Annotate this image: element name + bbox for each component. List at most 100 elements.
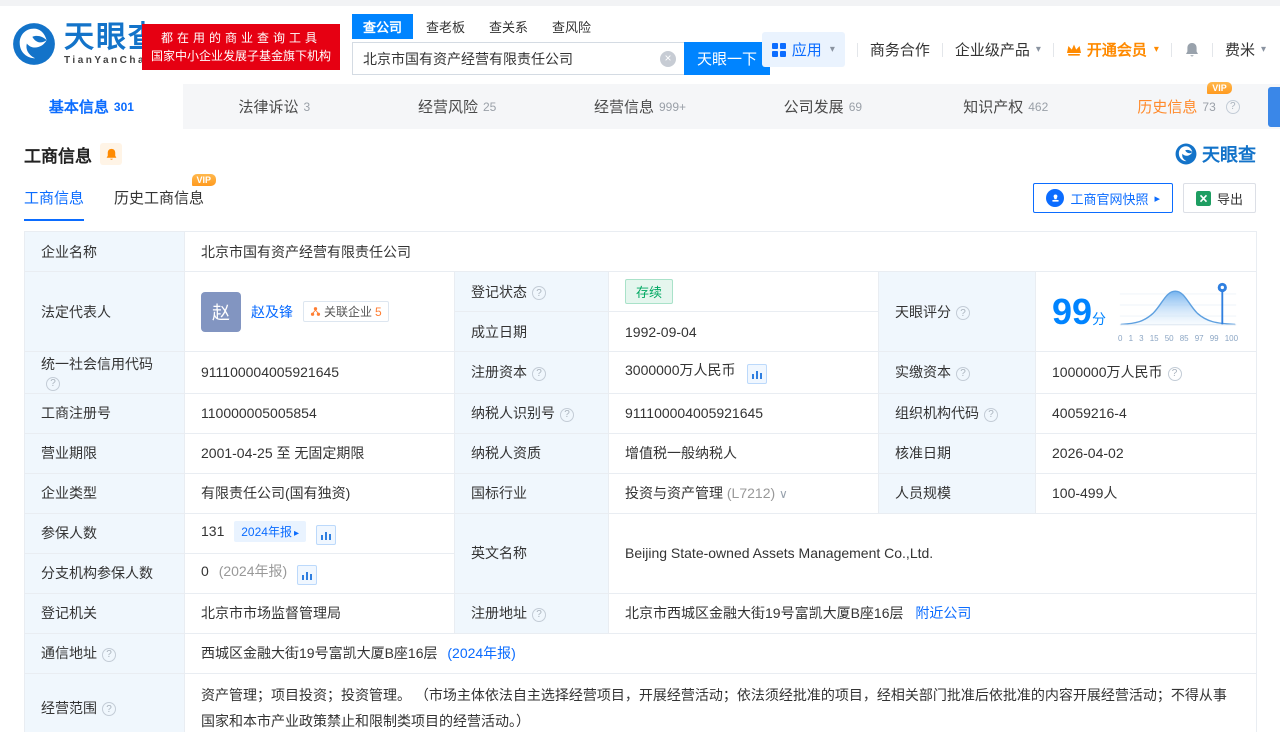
reg-authority-value: 北京市市场监督管理局 <box>185 593 455 633</box>
subtab-history-registration[interactable]: VIP 历史工商信息 <box>114 187 204 221</box>
business-info-table: 企业名称 北京市国有资产经营有限责任公司 法定代表人 赵 赵及锋 关联企业 5 <box>24 231 1257 732</box>
nav-divider <box>857 43 858 57</box>
nav-divider <box>942 43 943 57</box>
search-tab-company[interactable]: 查公司 <box>352 14 413 39</box>
tab-count: 301 <box>114 100 134 114</box>
tab-company-development[interactable]: 公司发展 69 <box>731 84 914 129</box>
org-code-label: 组织机构代码 <box>879 393 1036 433</box>
search-tab-boss[interactable]: 查老板 <box>415 14 476 39</box>
nearby-companies-link[interactable]: 附近公司 <box>915 605 971 621</box>
monitor-bell-button[interactable] <box>100 143 122 165</box>
annual-report-link[interactable]: (2024年报) <box>447 645 515 661</box>
insured-count-label: 参保人数 <box>25 513 185 553</box>
slogan-line2: 国家中小企业发展子基金旗下机构 <box>151 47 331 65</box>
legal-rep-name-link[interactable]: 赵及锋 <box>251 302 293 322</box>
tab-count: 3 <box>303 100 310 114</box>
help-icon[interactable] <box>956 306 970 320</box>
industry-label: 国标行业 <box>455 473 609 513</box>
chevron-down-icon[interactable] <box>779 485 788 501</box>
help-icon[interactable] <box>532 286 546 300</box>
score-axis-ticks: 01 315 5085 9799 100 <box>1118 334 1238 343</box>
nav-divider <box>1212 43 1213 57</box>
help-icon[interactable] <box>46 377 60 391</box>
tab-label: 知识产权 <box>963 96 1023 117</box>
crown-icon <box>1066 43 1082 56</box>
nav-divider <box>1053 43 1054 57</box>
brand-name: 天眼查 <box>1202 141 1256 167</box>
tab-label: 法律诉讼 <box>238 96 298 117</box>
reg-capital-value: 3000000万人民币 <box>609 352 879 394</box>
search-tab-relation[interactable]: 查关系 <box>478 14 539 39</box>
related-count: 5 <box>375 305 382 319</box>
tab-label: 经营风险 <box>418 96 478 117</box>
search-tab-risk[interactable]: 查风险 <box>541 14 602 39</box>
related-label: 关联企业 <box>324 303 372 320</box>
nav-open-membership[interactable]: 开通会员 <box>1066 39 1159 60</box>
reg-address-label: 注册地址 <box>455 593 609 633</box>
company-type-label: 企业类型 <box>25 473 185 513</box>
tab-intellectual-property[interactable]: 知识产权 462 <box>914 84 1097 129</box>
help-icon[interactable] <box>532 367 546 381</box>
tab-business-info[interactable]: 经营信息 999+ <box>549 84 732 129</box>
reg-authority-label: 登记机关 <box>25 593 185 633</box>
site-header: 天眼查 TianYanCha.com 都在用的商业查询工具 国家中小企业发展子基… <box>0 6 1280 84</box>
reg-capital-label: 注册资本 <box>455 352 609 394</box>
vip-badge: VIP <box>1207 82 1232 94</box>
trend-chart-icon[interactable] <box>297 565 317 585</box>
tab-label: 历史信息 <box>1137 96 1197 117</box>
nav-divider <box>1171 43 1172 57</box>
help-icon[interactable] <box>956 367 970 381</box>
score-cell: 99分 <box>1036 272 1257 352</box>
company-name-label: 企业名称 <box>25 232 185 272</box>
legal-rep-avatar[interactable]: 赵 <box>201 292 241 332</box>
industry-value: 投资与资产管理 (L7212) <box>609 473 879 513</box>
trend-chart-icon[interactable] <box>747 364 767 384</box>
industry-code: (L7212) <box>727 485 775 501</box>
official-snapshot-button[interactable]: 工商官网快照 <box>1033 183 1173 213</box>
clear-icon[interactable]: × <box>660 51 676 67</box>
tab-count: 73 <box>1202 100 1215 114</box>
nav-apps[interactable]: 应用 <box>762 32 845 67</box>
trend-chart-icon[interactable] <box>316 525 336 545</box>
score-value[interactable]: 99分 <box>1052 294 1106 330</box>
snapshot-label: 工商官网快照 <box>1070 189 1148 208</box>
notification-bell[interactable] <box>1184 41 1200 59</box>
bell-icon <box>1184 41 1200 59</box>
search-box: 查公司 查老板 查关系 查风险 × 天眼一下 <box>352 14 770 75</box>
export-button[interactable]: 导出 <box>1183 183 1256 213</box>
side-float-button[interactable] <box>1268 87 1280 127</box>
staff-size-value: 100-499人 <box>1036 473 1257 513</box>
tab-legal-lawsuits[interactable]: 法律诉讼 3 <box>183 84 366 129</box>
tab-basic-info[interactable]: 基本信息 301 <box>0 84 183 129</box>
nav-enterprise-products[interactable]: 企业级产品 <box>955 39 1041 60</box>
help-icon[interactable] <box>1168 367 1182 381</box>
company-type-value: 有限责任公司(国有独资) <box>185 473 455 513</box>
help-icon[interactable] <box>1226 100 1240 114</box>
nav-user-menu[interactable]: 费米 <box>1225 39 1266 60</box>
tab-operating-risk[interactable]: 经营风险 25 <box>366 84 549 129</box>
help-icon[interactable] <box>102 648 116 662</box>
help-icon[interactable] <box>102 702 116 716</box>
business-scope-value: 资产管理；项目投资；投资管理。 （市场主体依法自主选择经营项目，开展经营活动；依… <box>185 673 1257 732</box>
apps-grid-icon <box>772 43 786 57</box>
search-button[interactable]: 天眼一下 <box>684 42 770 75</box>
help-icon[interactable] <box>532 608 546 622</box>
tab-count: 462 <box>1028 100 1048 114</box>
taxpayer-id-value: 911100004005921645 <box>609 393 879 433</box>
uscc-value: 911100004005921645 <box>185 352 455 394</box>
establish-date-value: 1992-09-04 <box>609 312 879 352</box>
annual-report-pill[interactable]: 2024年报 <box>234 521 306 542</box>
nav-cooperation[interactable]: 商务合作 <box>870 39 930 60</box>
search-input[interactable] <box>353 43 684 74</box>
taxpayer-quality-value: 增值税一般纳税人 <box>609 433 879 473</box>
english-name-label: 英文名称 <box>455 513 609 593</box>
header-nav: 应用 商务合作 企业级产品 开通会员 费米 <box>762 32 1266 67</box>
subtab-business-registration[interactable]: 工商信息 <box>24 187 84 221</box>
help-icon[interactable] <box>984 408 998 422</box>
related-companies-badge[interactable]: 关联企业 5 <box>303 301 389 322</box>
business-scope-label: 经营范围 <box>25 673 185 732</box>
taxpayer-quality-label: 纳税人资质 <box>455 433 609 473</box>
help-icon[interactable] <box>560 408 574 422</box>
stamp-icon <box>1046 189 1064 207</box>
tab-history-info[interactable]: VIP 历史信息 73 <box>1097 84 1280 129</box>
